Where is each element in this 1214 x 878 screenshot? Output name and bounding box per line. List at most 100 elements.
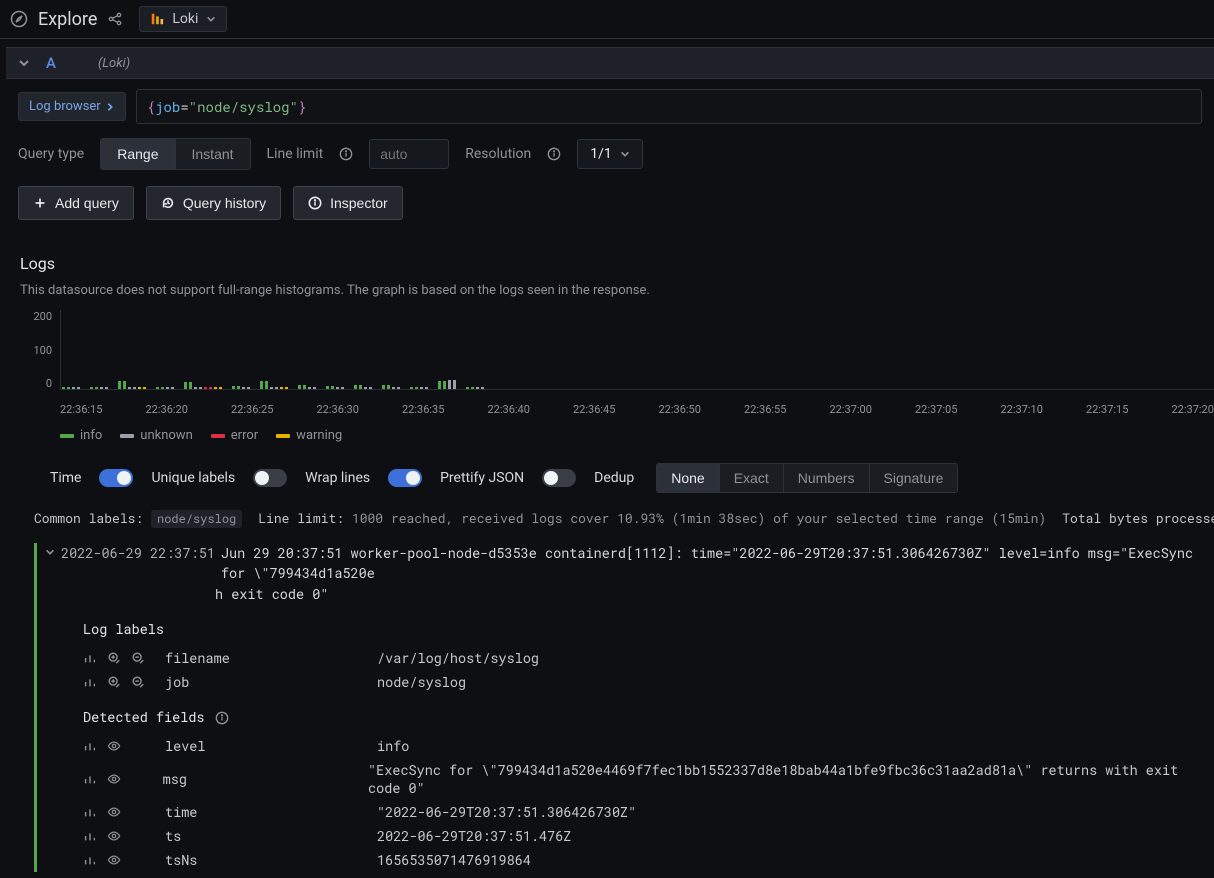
histogram-bar <box>194 387 197 389</box>
query-row: Log browser {job="node/syslog"} <box>6 79 1214 134</box>
histogram-bar <box>410 387 413 389</box>
line-limit-label: Line limit <box>267 146 324 162</box>
histogram-bar <box>199 387 202 389</box>
log-browser-button[interactable]: Log browser <box>18 92 126 121</box>
field-row: msg"ExecSync for \"799434d1a520e4469f7fe… <box>83 758 1214 800</box>
histogram-bar <box>280 387 283 389</box>
line-limit-input[interactable] <box>369 139 449 169</box>
datasource-picker[interactable]: Loki <box>139 6 227 32</box>
histogram-chart[interactable]: 2001000 22:36:1522:36:2022:36:2522:36:30… <box>20 310 1214 406</box>
dedup-none[interactable]: None <box>657 464 718 492</box>
history-icon <box>161 196 175 210</box>
legend-item[interactable]: unknown <box>120 428 192 443</box>
histogram-bar <box>105 387 108 389</box>
histogram-bar <box>156 387 159 389</box>
chevron-down-icon[interactable] <box>18 57 30 69</box>
log-labels-title: Log labels <box>83 620 1214 638</box>
histogram-bar <box>331 386 334 389</box>
info-icon[interactable] <box>547 147 561 161</box>
histogram-bar <box>90 387 93 389</box>
legend-item[interactable]: info <box>60 428 102 443</box>
query-type-instant[interactable]: Instant <box>175 139 250 169</box>
histogram-bar <box>189 382 192 389</box>
add-query-button[interactable]: Add query <box>18 186 134 220</box>
histogram-bar <box>354 385 357 389</box>
query-header[interactable]: A (Loki) <box>6 47 1214 79</box>
info-icon <box>308 196 322 210</box>
stats-icon[interactable] <box>83 739 97 753</box>
eye-icon[interactable] <box>107 805 121 819</box>
label-row: filename/var/log/host/syslog <box>83 646 1214 670</box>
stats-icon[interactable] <box>83 853 97 867</box>
histogram-bar <box>72 387 75 389</box>
chevron-right-icon <box>105 102 115 112</box>
filter-for-icon[interactable] <box>107 675 121 689</box>
histogram-bar <box>308 387 311 389</box>
stats-icon[interactable] <box>83 651 97 665</box>
histogram-bar <box>275 387 278 389</box>
logs-title: Logs <box>20 254 1214 273</box>
info-icon[interactable] <box>339 147 353 161</box>
resolution-select[interactable]: 1/1 <box>577 139 643 169</box>
query-ref-letter: A <box>46 54 56 72</box>
histogram-bar <box>237 386 240 389</box>
chevron-down-icon <box>206 14 216 24</box>
label-key: filename <box>165 649 365 667</box>
eye-icon[interactable] <box>107 853 121 867</box>
histogram-bar <box>336 387 339 389</box>
stats-icon[interactable] <box>83 675 97 689</box>
dedup-exact[interactable]: Exact <box>719 464 783 492</box>
time-toggle[interactable] <box>99 469 133 487</box>
histogram-bar <box>67 387 70 389</box>
histogram-bar <box>415 387 418 389</box>
query-history-button[interactable]: Query history <box>146 186 281 220</box>
filter-out-icon[interactable] <box>131 675 145 689</box>
log-line[interactable]: 2022-06-29 22:37:51 Jun 29 20:37:51 work… <box>45 543 1214 584</box>
histogram-bar <box>123 381 126 389</box>
query-type-label: Query type <box>18 146 84 162</box>
histogram-bar <box>438 381 441 389</box>
label-key: job <box>165 673 365 691</box>
chevron-down-icon[interactable] <box>45 547 55 557</box>
histogram-bar <box>392 387 395 389</box>
prettify-json-label: Prettify JSON <box>440 470 524 486</box>
share-icon[interactable] <box>107 11 123 27</box>
histogram-bar <box>77 387 80 389</box>
field-row: time"2022-06-29T20:37:51.306426730Z" <box>83 800 1214 824</box>
histogram-bar <box>382 385 385 389</box>
label-value: /var/log/host/syslog <box>377 649 539 667</box>
prettify-json-toggle[interactable] <box>542 469 576 487</box>
query-expression-input[interactable]: {job="node/syslog"} <box>136 89 1202 124</box>
dedup-numbers[interactable]: Numbers <box>783 464 869 492</box>
legend-item[interactable]: error <box>211 428 258 443</box>
label-value: node/syslog <box>377 673 466 691</box>
log-options-bar: Time Unique labels Wrap lines Prettify J… <box>20 449 1214 503</box>
field-key: time <box>165 803 365 821</box>
field-key: tsNs <box>165 851 365 869</box>
stats-icon[interactable] <box>83 829 97 843</box>
eye-icon[interactable] <box>107 829 121 843</box>
filter-out-icon[interactable] <box>131 651 145 665</box>
info-icon[interactable] <box>215 711 229 725</box>
histogram-bar <box>313 387 316 389</box>
unique-labels-toggle[interactable] <box>253 469 287 487</box>
histogram-bar <box>285 387 288 389</box>
loki-icon <box>150 12 164 26</box>
histogram-bar <box>247 387 250 389</box>
histogram-bar <box>359 385 362 389</box>
eye-icon[interactable] <box>107 739 121 753</box>
query-type-range[interactable]: Range <box>101 139 174 169</box>
stats-icon[interactable] <box>83 772 97 786</box>
eye-icon[interactable] <box>107 772 121 786</box>
detected-fields-title: Detected fields <box>83 708 1214 726</box>
wrap-lines-toggle[interactable] <box>388 469 422 487</box>
stats-icon[interactable] <box>83 805 97 819</box>
histogram-bar <box>466 387 469 389</box>
histogram-bar <box>166 387 169 389</box>
legend-item[interactable]: warning <box>276 428 342 443</box>
page-title: Explore <box>38 9 97 30</box>
filter-for-icon[interactable] <box>107 651 121 665</box>
inspector-button[interactable]: Inspector <box>293 186 403 220</box>
dedup-signature[interactable]: Signature <box>869 464 958 492</box>
resolution-label: Resolution <box>465 146 531 162</box>
